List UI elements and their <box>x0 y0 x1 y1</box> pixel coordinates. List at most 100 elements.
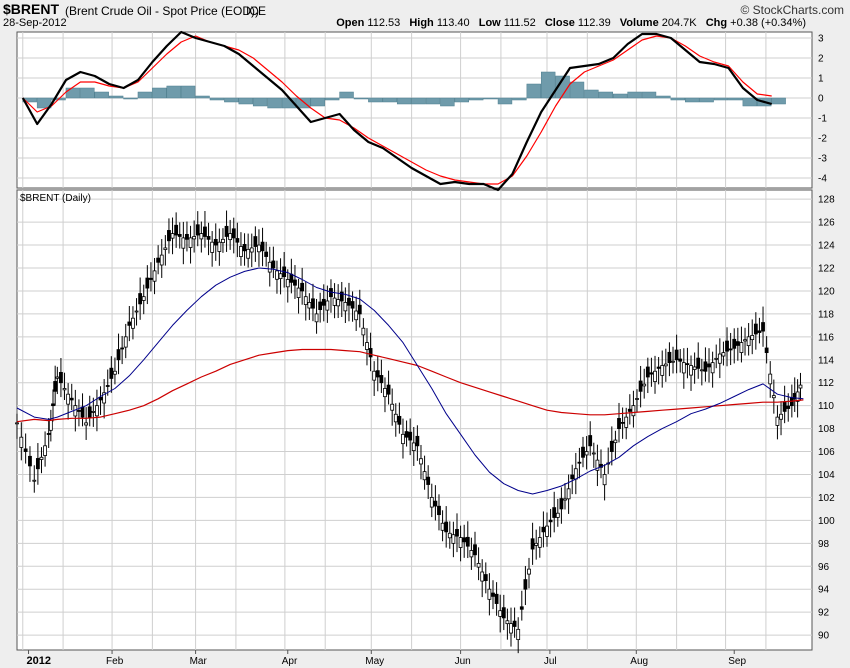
macd-histogram-bar <box>497 97 513 105</box>
price-bar-body <box>548 519 553 523</box>
price-bar-body <box>429 497 434 508</box>
price-bar-body <box>703 361 708 372</box>
price-y-tick-label: 104 <box>818 470 835 481</box>
chart-canvas[interactable]: 3 2 1 0 -1 -2 -3 -4 128 126 124 122 120 118 116 114 112 1… <box>0 0 850 668</box>
macd-histogram-bar <box>656 95 671 99</box>
price-bar-body <box>588 435 593 447</box>
price-bar-body <box>116 349 121 361</box>
price-bar-body <box>527 568 531 575</box>
price-bar-body <box>462 537 467 543</box>
price-bar-body <box>591 452 596 455</box>
price-bar-body <box>689 365 693 376</box>
price-panel <box>16 189 813 651</box>
macd-histogram-bar <box>80 87 95 99</box>
price-bar-body <box>177 234 182 237</box>
macd-histogram-bar <box>195 95 210 99</box>
price-y-tick-label: 126 <box>818 218 835 229</box>
macd-histogram-bar <box>641 91 657 99</box>
price-bar-body <box>134 310 139 313</box>
price-bar-body <box>426 476 431 485</box>
x-tick-label: Jun <box>455 656 471 667</box>
price-bar-body <box>699 369 704 372</box>
price-bar-body <box>95 405 99 417</box>
price-bar-body <box>325 300 330 311</box>
price-bar-body <box>203 226 207 237</box>
price-bar-body <box>149 277 153 280</box>
price-bar-body <box>732 338 737 349</box>
macd-histogram-bar <box>65 87 81 99</box>
price-bar-body <box>768 373 773 385</box>
price-bar-body <box>620 421 625 424</box>
price-bar-body <box>440 522 445 531</box>
price-bar-body <box>743 339 747 342</box>
macd-histogram-bar <box>440 97 455 107</box>
price-bar-body <box>66 393 71 405</box>
macd-histogram-bar <box>584 89 599 99</box>
price-bar-body <box>109 367 114 379</box>
price-y-tick-label: 92 <box>818 608 830 619</box>
price-y-tick-label: 94 <box>818 585 830 596</box>
price-bar-body <box>437 505 441 516</box>
price-y-tick-label: 120 <box>818 286 835 297</box>
price-bar-body <box>131 317 135 329</box>
price-bar-body <box>152 270 157 282</box>
price-bar-body <box>447 532 452 539</box>
price-bar-body <box>451 534 456 544</box>
macd-histogram-bar <box>310 97 325 107</box>
price-bar-body <box>80 406 85 418</box>
price-bar-body <box>278 273 283 280</box>
macd-y-tick-label: 0 <box>818 94 824 105</box>
price-bar-body <box>465 536 470 547</box>
price-bar-body <box>491 592 495 597</box>
price-bar-body <box>59 371 63 384</box>
price-bar-body <box>728 348 733 351</box>
price-bar-body <box>123 336 128 348</box>
price-y-tick-label: 114 <box>818 355 834 366</box>
price-bar-body <box>350 301 355 309</box>
price-bar-body <box>570 474 575 480</box>
x-tick-label: Aug <box>630 656 648 667</box>
price-bar-body <box>343 302 348 312</box>
price-bar-body <box>199 233 204 240</box>
price-bar-body <box>617 418 621 430</box>
price-bar-body <box>717 353 722 364</box>
price-bar-body <box>476 562 481 568</box>
price-y-tick-label: 110 <box>818 401 834 412</box>
price-bar-body <box>87 406 92 418</box>
price-bar-body <box>707 363 711 368</box>
price-bar-body <box>523 579 528 590</box>
price-bar-body <box>235 238 240 243</box>
macd-histogram-bar <box>627 91 642 99</box>
price-bar-body <box>419 458 423 465</box>
price-bar-body <box>735 341 740 346</box>
price-bar-body <box>285 279 290 288</box>
price-bar-body <box>422 471 427 481</box>
price-bar-body <box>642 383 647 387</box>
price-bar-body <box>170 233 175 239</box>
price-bar-body <box>681 362 686 374</box>
price-bar-body <box>289 273 294 283</box>
macd-histogram-bar <box>699 97 714 103</box>
x-tick-label: 2012 <box>27 655 51 667</box>
price-bar-body <box>46 433 51 435</box>
price-bar-body <box>260 241 265 252</box>
price-bar-body <box>217 241 222 252</box>
price-bar-body <box>638 380 643 392</box>
price-bar-body <box>300 282 305 292</box>
price-bar-body <box>433 500 438 507</box>
price-bar-body <box>296 287 301 298</box>
price-bar-body <box>336 299 341 307</box>
price-bar-body <box>361 327 366 336</box>
price-bar-body <box>375 370 380 378</box>
price-bar-body <box>455 529 459 537</box>
price-bar-body <box>473 544 477 556</box>
price-bar-body <box>480 571 485 582</box>
price-bar-body <box>188 237 193 248</box>
price-bar-body <box>332 297 337 306</box>
price-bar-body <box>138 293 143 305</box>
price-panel-title: $BRENT (Daily) <box>20 193 91 204</box>
price-bar-body <box>714 357 719 360</box>
price-bar-body <box>15 422 19 425</box>
price-bar-body <box>771 395 776 399</box>
price-bar-body <box>487 588 492 600</box>
